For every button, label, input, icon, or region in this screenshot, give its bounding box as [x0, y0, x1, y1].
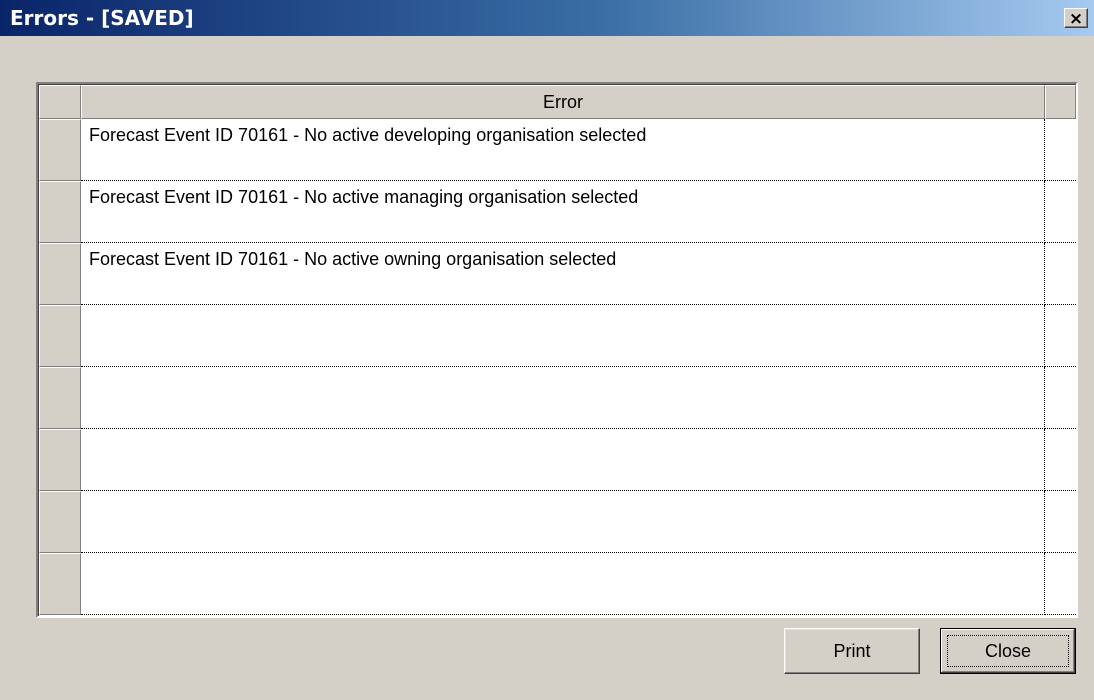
errors-grid[interactable]: Error Forecast Event ID 70161 - No activ…	[36, 82, 1078, 618]
row-filler	[1045, 243, 1076, 305]
row-filler	[1045, 429, 1076, 491]
error-cell[interactable]: Forecast Event ID 70161 - No active owni…	[81, 243, 1045, 305]
table-row[interactable]	[39, 491, 1076, 553]
row-filler	[1045, 119, 1076, 181]
row-filler	[1045, 553, 1076, 615]
error-cell[interactable]	[81, 305, 1045, 367]
table-row[interactable]: Forecast Event ID 70161 - No active mana…	[39, 181, 1076, 243]
print-button[interactable]: Print	[784, 628, 920, 674]
grid-header: Error	[39, 85, 1076, 119]
row-filler	[1045, 305, 1076, 367]
close-button-label: Close	[984, 641, 1032, 661]
row-selector[interactable]	[39, 181, 81, 243]
close-window-button[interactable]: ×	[1064, 8, 1088, 29]
table-row[interactable]	[39, 553, 1076, 615]
print-button-label: Print	[833, 641, 871, 661]
row-selector[interactable]	[39, 243, 81, 305]
error-cell[interactable]	[81, 491, 1045, 553]
table-row[interactable]	[39, 429, 1076, 491]
table-row[interactable]: Forecast Event ID 70161 - No active deve…	[39, 119, 1076, 181]
errors-window: Errors - [SAVED] × Error Forecast Event …	[0, 0, 1094, 700]
error-cell[interactable]: Forecast Event ID 70161 - No active deve…	[81, 119, 1045, 181]
window-title: Errors - [SAVED]	[10, 6, 194, 30]
row-selector[interactable]	[39, 305, 81, 367]
close-icon: ×	[1068, 9, 1084, 29]
header-row-selector[interactable]	[39, 85, 81, 119]
table-row[interactable]	[39, 367, 1076, 429]
row-selector[interactable]	[39, 367, 81, 429]
row-selector[interactable]	[39, 491, 81, 553]
column-header-error[interactable]: Error	[81, 85, 1045, 119]
error-cell[interactable]	[81, 367, 1045, 429]
row-selector[interactable]	[39, 553, 81, 615]
header-filler	[1045, 85, 1076, 119]
error-cell[interactable]: Forecast Event ID 70161 - No active mana…	[81, 181, 1045, 243]
row-filler	[1045, 181, 1076, 243]
error-cell[interactable]	[81, 553, 1045, 615]
error-cell[interactable]	[81, 429, 1045, 491]
row-selector[interactable]	[39, 429, 81, 491]
row-filler	[1045, 491, 1076, 553]
row-filler	[1045, 367, 1076, 429]
row-selector[interactable]	[39, 119, 81, 181]
title-bar[interactable]: Errors - [SAVED] ×	[0, 0, 1094, 36]
table-row[interactable]: Forecast Event ID 70161 - No active owni…	[39, 243, 1076, 305]
close-button[interactable]: Close	[940, 628, 1076, 674]
table-row[interactable]	[39, 305, 1076, 367]
